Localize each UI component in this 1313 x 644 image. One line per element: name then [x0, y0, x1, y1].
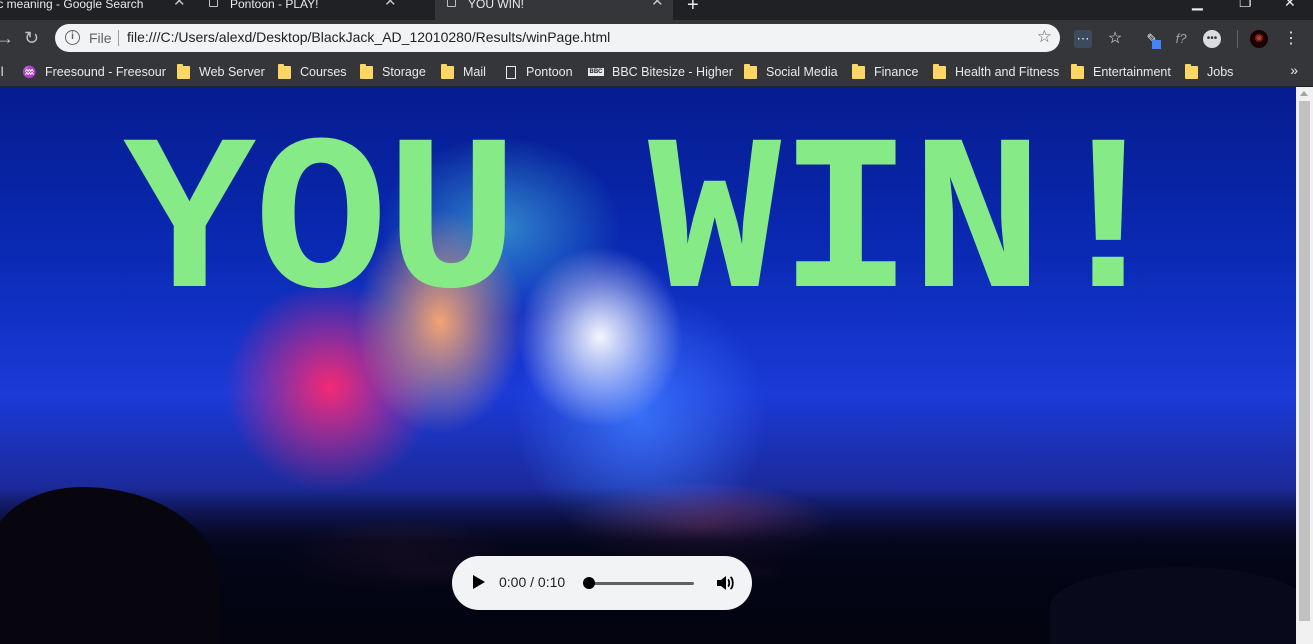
bookmark-label: BBC Bitesize - Higher: [612, 65, 733, 79]
folder-icon: [441, 64, 454, 79]
audio-progress-track[interactable]: [587, 582, 694, 585]
new-tab-icon[interactable]: +: [687, 0, 699, 17]
freesound-icon: ♒: [22, 65, 37, 79]
bookmark-label: Freesound - Freesour: [45, 65, 166, 79]
more-bookmarks-icon[interactable]: »: [1290, 62, 1298, 78]
scroll-up-icon[interactable]: [1300, 91, 1308, 96]
bookmark-label: Social Media: [766, 65, 838, 79]
apps-icon: ll: [0, 65, 4, 79]
folder-icon: [360, 64, 373, 79]
page-viewport: YOU WIN! 0:00 / 0:10: [0, 87, 1296, 644]
url-text[interactable]: file:///C:/Users/alexd/Desktop/BlackJack…: [127, 29, 610, 45]
bookmark-label: Storage: [382, 65, 426, 79]
folder-icon: [177, 64, 190, 79]
tab-title: Pontoon - PLAY!: [230, 0, 319, 11]
tab-strip: /c meaning - Google Search ✕ Pontoon - P…: [0, 0, 1313, 20]
close-window-icon[interactable]: ✕: [1284, 0, 1296, 11]
win-heading: YOU WIN!: [123, 101, 1175, 353]
tab-pontoon-play[interactable]: Pontoon - PLAY! ✕: [198, 0, 433, 20]
audio-player[interactable]: 0:00 / 0:10: [452, 556, 752, 610]
function-icon[interactable]: f?: [1172, 30, 1190, 48]
divider: [118, 30, 119, 46]
page-icon: [447, 0, 456, 7]
bookmark-star-icon[interactable]: ☆: [1037, 27, 1052, 47]
tab-you-win[interactable]: YOU WIN! ✕: [435, 0, 673, 20]
bbc-icon: BBC: [588, 68, 604, 76]
folder-icon: [1185, 64, 1198, 79]
bookmark-label: Pontoon: [526, 65, 573, 79]
folder-icon: [278, 64, 291, 79]
bookmark-label: Finance: [874, 65, 919, 79]
bookmark-label: Mail: [463, 65, 486, 79]
tab-close-icon[interactable]: ✕: [651, 0, 664, 9]
folder-icon: [1071, 64, 1084, 79]
divider: [1237, 30, 1238, 48]
bookmark-label: Health and Fitness: [955, 65, 1060, 79]
tab-close-icon[interactable]: ✕: [384, 0, 397, 9]
volume-icon[interactable]: [715, 573, 735, 593]
menu-icon[interactable]: ⋮: [1282, 30, 1300, 48]
folder-icon: [744, 64, 757, 79]
restore-icon[interactable]: ❐: [1239, 0, 1252, 11]
bookmark-label: Courses: [300, 65, 347, 79]
audio-time: 0:00 / 0:10: [499, 574, 566, 590]
bookmark-label: Web Server: [199, 65, 265, 79]
bookmark-label: Entertainment: [1093, 65, 1171, 79]
vertical-scrollbar[interactable]: [1296, 87, 1313, 644]
extension-pen-icon[interactable]: ✎: [1143, 30, 1161, 49]
scrollbar-thumb[interactable]: [1299, 101, 1310, 621]
hill-silhouette: [1050, 567, 1296, 644]
play-icon[interactable]: [473, 575, 485, 589]
page-icon: [209, 0, 218, 7]
bookmark-label: Jobs: [1207, 65, 1234, 79]
audio-progress-thumb[interactable]: [583, 577, 595, 589]
tab-title: /c meaning - Google Search: [0, 0, 144, 11]
minimize-icon[interactable]: ▁: [1192, 0, 1203, 11]
bookmarks-bar: ll ♒ Freesound - Freesour Web Server Cou…: [0, 58, 1313, 87]
browser-toolbar: → ↻ i File file:///C:/Users/alexd/Deskto…: [0, 20, 1313, 58]
bookmark-item[interactable]: ll: [0, 62, 12, 82]
tab-google-search[interactable]: /c meaning - Google Search ✕: [0, 0, 195, 20]
chat-icon[interactable]: •••: [1203, 30, 1221, 48]
folder-icon: [933, 64, 946, 79]
extension-menu-icon[interactable]: ⋯: [1074, 30, 1092, 48]
star-icon[interactable]: ☆: [1106, 30, 1124, 48]
tab-close-icon[interactable]: ✕: [173, 0, 186, 9]
info-icon[interactable]: i: [65, 30, 80, 45]
avatar[interactable]: ✺: [1250, 30, 1268, 48]
page-icon: [506, 66, 516, 79]
reload-icon[interactable]: ↻: [24, 28, 39, 48]
address-bar[interactable]: i File file:///C:/Users/alexd/Desktop/Bl…: [55, 24, 1060, 52]
forward-icon[interactable]: →: [0, 28, 14, 48]
security-label: File: [89, 30, 112, 46]
tab-title: YOU WIN!: [468, 0, 524, 11]
folder-icon: [852, 64, 865, 79]
